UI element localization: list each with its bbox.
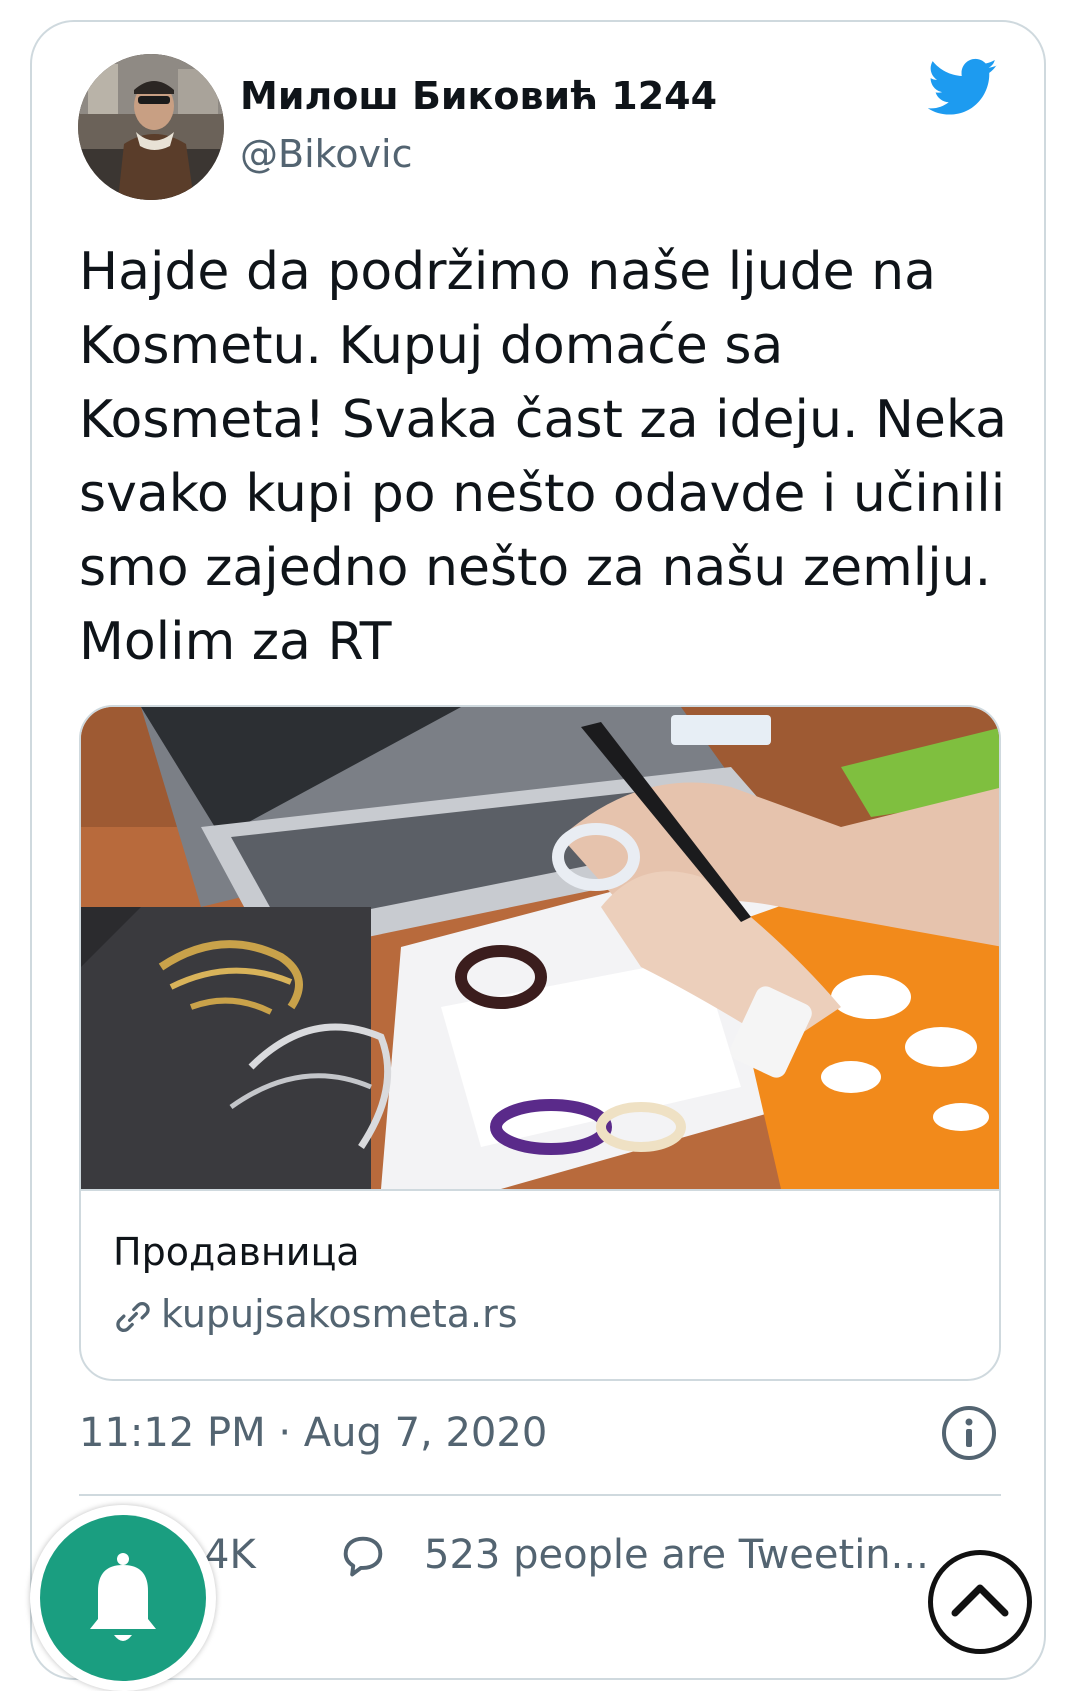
scroll-to-top-button[interactable] <box>928 1550 1032 1654</box>
author-name[interactable]: Милош Биковић 1244 <box>240 74 717 118</box>
link-card-divider <box>81 1189 999 1191</box>
chevron-up-icon <box>951 1584 1009 1617</box>
tweet-divider <box>79 1494 1001 1496</box>
bell-icon <box>90 1553 156 1641</box>
tweeting-link[interactable]: 523 people are Tweetin... <box>424 1532 929 1578</box>
author-handle[interactable]: @Bikovic <box>240 132 412 176</box>
twitter-bird-icon[interactable] <box>928 58 998 118</box>
link-icon <box>116 1301 150 1332</box>
avatar-photo <box>78 54 224 200</box>
link-preview-image <box>81 707 999 1189</box>
link-preview-card[interactable]: Продавница kupujsakosmeta.rs <box>79 705 1001 1381</box>
link-card-domain[interactable]: kupujsakosmeta.rs <box>113 1292 518 1337</box>
notification-fab-inner <box>40 1515 206 1681</box>
info-icon[interactable] <box>940 1404 998 1462</box>
tweet-text: Hajde da podržimo naše ljude na Kosmetu.… <box>79 242 1007 672</box>
reply-icon[interactable] <box>336 1530 390 1582</box>
link-card-title[interactable]: Продавница <box>113 1230 360 1274</box>
link-domain-text[interactable]: kupujsakosmeta.rs <box>161 1292 518 1336</box>
avatar[interactable] <box>78 54 224 200</box>
notification-fab[interactable] <box>30 1505 216 1691</box>
tweet-timestamp[interactable]: 11:12 PM · Aug 7, 2020 <box>79 1410 547 1456</box>
